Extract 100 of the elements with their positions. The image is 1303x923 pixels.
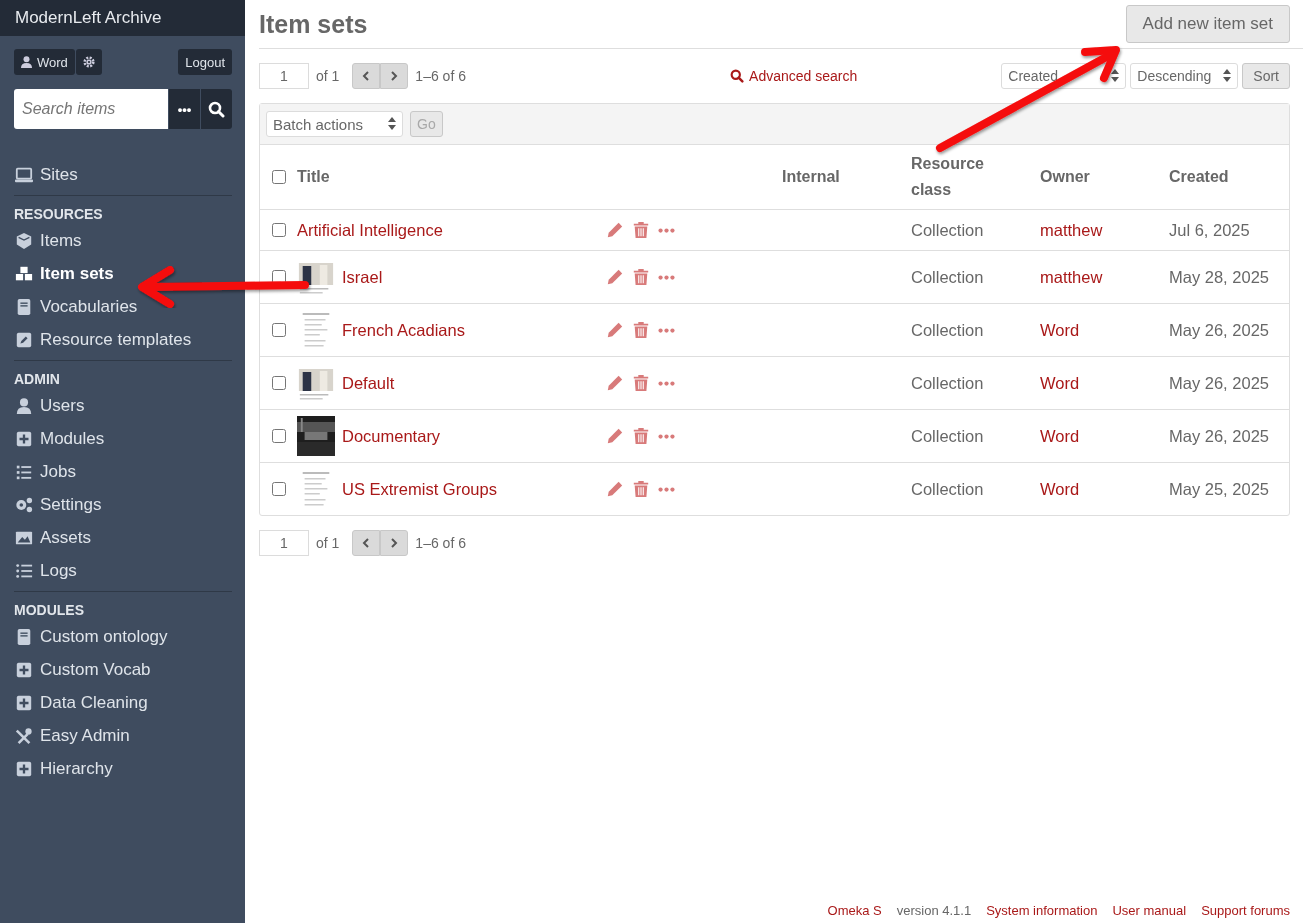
delete-icon[interactable] — [632, 480, 650, 498]
column-header[interactable]: Resource class — [911, 151, 1011, 203]
table-cell-text: May 25, 2025 — [1169, 479, 1270, 499]
plus-icon — [14, 693, 34, 712]
row-checkbox[interactable] — [271, 223, 286, 237]
page-field[interactable]: 1 — [259, 63, 309, 89]
row-checkbox[interactable] — [271, 482, 286, 496]
table-cell-text: Collection — [911, 426, 985, 446]
sidebar-item[interactable]: Settings — [14, 488, 232, 521]
version-text: version 4.1.1 — [896, 903, 972, 918]
row-checkbox[interactable] — [271, 270, 286, 284]
section-heading: ADMIN — [14, 371, 61, 387]
footer-link[interactable]: User manual — [1112, 903, 1187, 918]
sort-button[interactable]: Sort — [1242, 63, 1290, 89]
edit-icon[interactable] — [606, 221, 624, 239]
sidebar-item[interactable]: Resource templates — [14, 323, 232, 356]
table-cell-text: Collection — [911, 220, 985, 240]
owner-link[interactable]: Word — [1040, 426, 1080, 445]
sidebar-item[interactable]: Assets — [14, 521, 232, 554]
chevron-left-icon — [362, 71, 371, 81]
select-all-checkbox[interactable] — [271, 170, 286, 184]
page-count: of 1 — [316, 68, 340, 84]
site-title[interactable]: ModernLeft Archive — [0, 0, 245, 36]
more-icon[interactable] — [658, 273, 675, 281]
search-field[interactable]: Search items — [14, 89, 168, 129]
batch-actions-select[interactable]: Batch actions — [266, 111, 403, 137]
edit-icon[interactable] — [606, 480, 624, 498]
table-cell-text: Collection — [911, 373, 985, 393]
sidebar-item[interactable]: Custom ontology — [14, 620, 232, 653]
sidebar-item[interactable]: Vocabularies — [14, 290, 232, 323]
column-header[interactable]: Title — [297, 164, 397, 190]
sidebar-item[interactable]: Easy Admin — [14, 719, 232, 752]
sort-order-select[interactable]: Descending — [1130, 63, 1239, 89]
delete-icon[interactable] — [632, 221, 650, 239]
laptop-icon — [14, 165, 34, 184]
user-button[interactable]: Word — [14, 49, 75, 75]
table-cell-text: Collection — [911, 479, 985, 499]
page-field[interactable]: 1 — [259, 530, 309, 556]
delete-icon[interactable] — [632, 374, 650, 392]
product-link[interactable]: Omeka S — [827, 903, 882, 918]
more-icon[interactable] — [658, 226, 675, 234]
row-checkbox[interactable] — [271, 376, 286, 390]
table-cell-text: May 26, 2025 — [1169, 373, 1270, 393]
owner-link[interactable]: Word — [1040, 479, 1080, 498]
row-checkbox[interactable] — [271, 323, 286, 337]
sidebar-item[interactable]: Item sets — [14, 257, 232, 290]
advanced-search-link[interactable]: Advanced search — [730, 68, 858, 84]
delete-icon[interactable] — [632, 321, 650, 339]
edit-icon[interactable] — [606, 374, 624, 392]
search-button[interactable] — [201, 89, 232, 129]
item-set-title-link[interactable]: Documentary — [342, 426, 441, 446]
delete-icon[interactable] — [632, 427, 650, 445]
item-set-title-link[interactable]: Israel — [342, 267, 383, 287]
more-icon[interactable] — [658, 432, 675, 440]
more-icon[interactable] — [658, 379, 675, 387]
item-set-title-link[interactable]: French Acadians — [342, 320, 465, 340]
row-checkbox[interactable] — [271, 429, 286, 443]
column-header[interactable]: Internal — [782, 164, 882, 190]
sidebar-item[interactable]: Jobs — [14, 455, 232, 488]
edit-icon — [14, 330, 34, 349]
result-range: 1–6 of 6 — [415, 68, 466, 84]
previous-button[interactable] — [352, 63, 381, 89]
footer-link[interactable]: System information — [986, 903, 1098, 918]
column-header[interactable]: Owner — [1040, 164, 1140, 190]
sidebar-item[interactable]: Items — [14, 224, 232, 257]
owner-link[interactable]: Word — [1040, 373, 1080, 392]
list-icon — [14, 561, 34, 580]
item-set-title-link[interactable]: Artificial Intelligence — [297, 220, 443, 240]
owner-link[interactable]: matthew — [1040, 220, 1103, 239]
previous-button[interactable] — [352, 530, 381, 556]
sidebar-item[interactable]: Hierarchy — [14, 752, 232, 785]
user-icon — [21, 56, 32, 68]
more-icon[interactable] — [658, 485, 675, 493]
edit-icon[interactable] — [606, 268, 624, 286]
options-button[interactable]: ••• — [169, 89, 200, 129]
sidebar-item[interactable]: Data Cleaning — [14, 686, 232, 719]
sidebar-item[interactable]: Logs — [14, 554, 232, 587]
logout-button[interactable]: Logout — [178, 49, 232, 75]
next-button[interactable] — [380, 530, 409, 556]
add-item-set-button[interactable]: Add new item set — [1125, 5, 1290, 43]
next-button[interactable] — [380, 63, 409, 89]
sidebar-item[interactable]: Sites — [14, 158, 232, 191]
owner-link[interactable]: matthew — [1040, 267, 1103, 286]
settings-button[interactable] — [75, 49, 102, 75]
edit-icon[interactable] — [606, 321, 624, 339]
plus-icon — [14, 759, 34, 778]
sidebar-item[interactable]: Modules — [14, 422, 232, 455]
owner-link[interactable]: Word — [1040, 320, 1080, 339]
chevron-right-icon — [390, 71, 399, 81]
sidebar-item[interactable]: Users — [14, 389, 232, 422]
item-set-title-link[interactable]: Default — [342, 373, 395, 393]
edit-icon[interactable] — [606, 427, 624, 445]
more-icon[interactable] — [658, 326, 675, 334]
plus-icon — [14, 429, 34, 448]
footer-link[interactable]: Support forums — [1201, 903, 1290, 918]
delete-icon[interactable] — [632, 268, 650, 286]
sidebar-item[interactable]: Custom Vocab — [14, 653, 232, 686]
column-header[interactable]: Created — [1169, 164, 1269, 190]
item-set-title-link[interactable]: US Extremist Groups — [342, 479, 497, 499]
table-cell-text: Collection — [911, 320, 985, 340]
